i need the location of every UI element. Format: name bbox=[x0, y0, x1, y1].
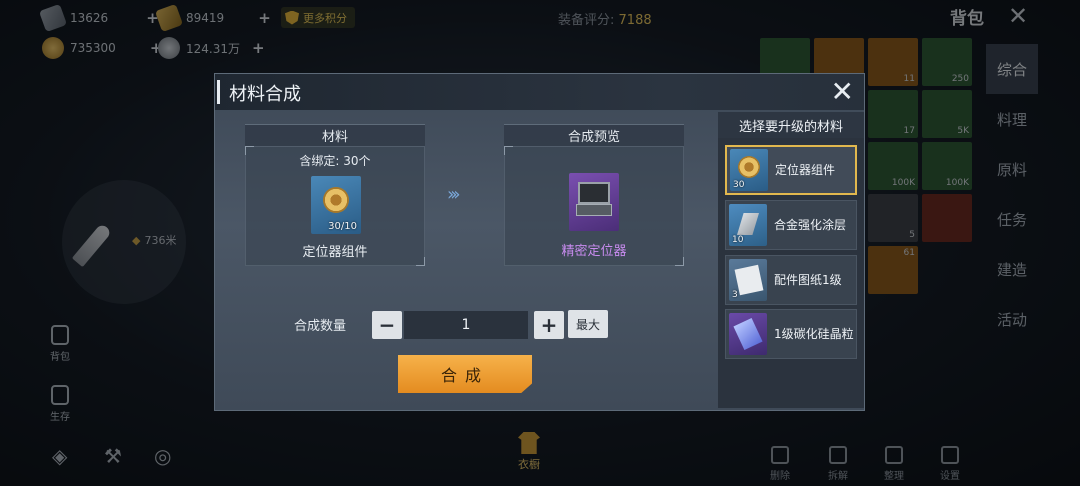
picker-item-label: 1级碳化硅晶粒 bbox=[774, 327, 854, 341]
precise-locator-base bbox=[576, 204, 612, 216]
precise-locator-icon bbox=[578, 182, 610, 204]
picker-item-count: 30 bbox=[733, 180, 745, 190]
medal-shape bbox=[738, 155, 760, 178]
picker-item-count: 3 bbox=[732, 290, 738, 300]
dialog-header: 材料合成 ✕ bbox=[215, 74, 864, 110]
crystal-icon bbox=[729, 313, 767, 355]
material-slot[interactable]: 30/10 bbox=[311, 176, 361, 234]
picker-item-silicon-carbide[interactable]: 1级碳化硅晶粒 bbox=[725, 309, 857, 359]
alloy-coating-icon: 10 bbox=[729, 204, 767, 246]
preview-header: 合成预览 bbox=[504, 124, 684, 146]
material-name: 定位器组件 bbox=[302, 245, 368, 260]
picker-item-locator-component[interactable]: 30 定位器组件 bbox=[725, 145, 857, 195]
locator-medal-icon bbox=[323, 187, 349, 214]
material-picker-header: 选择要升级的材料 bbox=[718, 112, 864, 138]
picker-item-count: 10 bbox=[732, 235, 744, 245]
blueprint-icon: 3 bbox=[729, 259, 767, 301]
picker-item-label: 定位器组件 bbox=[775, 163, 836, 177]
close-dialog-button[interactable]: ✕ bbox=[831, 77, 854, 107]
arrow-right-icon: ››› bbox=[447, 184, 460, 205]
material-count: 30/10 bbox=[328, 221, 357, 232]
quantity-input[interactable]: 1 bbox=[404, 311, 528, 339]
result-slot[interactable] bbox=[569, 173, 619, 231]
alloy-shape bbox=[737, 213, 759, 235]
increase-quantity-button[interactable]: + bbox=[534, 311, 564, 339]
header-accent-bar bbox=[217, 80, 220, 104]
crystal-shape bbox=[733, 317, 763, 351]
bound-count-text: 含绑定: 30个 bbox=[299, 154, 371, 168]
paper-shape bbox=[734, 264, 764, 296]
decrease-quantity-button[interactable]: − bbox=[372, 311, 402, 339]
picker-item-alloy-coating[interactable]: 10 合金强化涂层 bbox=[725, 200, 857, 250]
picker-item-label: 合金强化涂层 bbox=[774, 218, 847, 232]
synthesize-button[interactable]: 合成 bbox=[398, 355, 532, 393]
locator-medal-icon: 30 bbox=[730, 149, 768, 191]
picker-item-label: 配件图纸1级 bbox=[774, 273, 842, 287]
max-quantity-button[interactable]: 最大 bbox=[568, 310, 608, 338]
result-name: 精密定位器 bbox=[561, 244, 627, 259]
quantity-label: 合成数量 bbox=[294, 319, 347, 334]
materials-header: 材料 bbox=[245, 124, 425, 146]
picker-item-blueprint[interactable]: 3 配件图纸1级 bbox=[725, 255, 857, 305]
dialog-title: 材料合成 bbox=[229, 84, 301, 105]
